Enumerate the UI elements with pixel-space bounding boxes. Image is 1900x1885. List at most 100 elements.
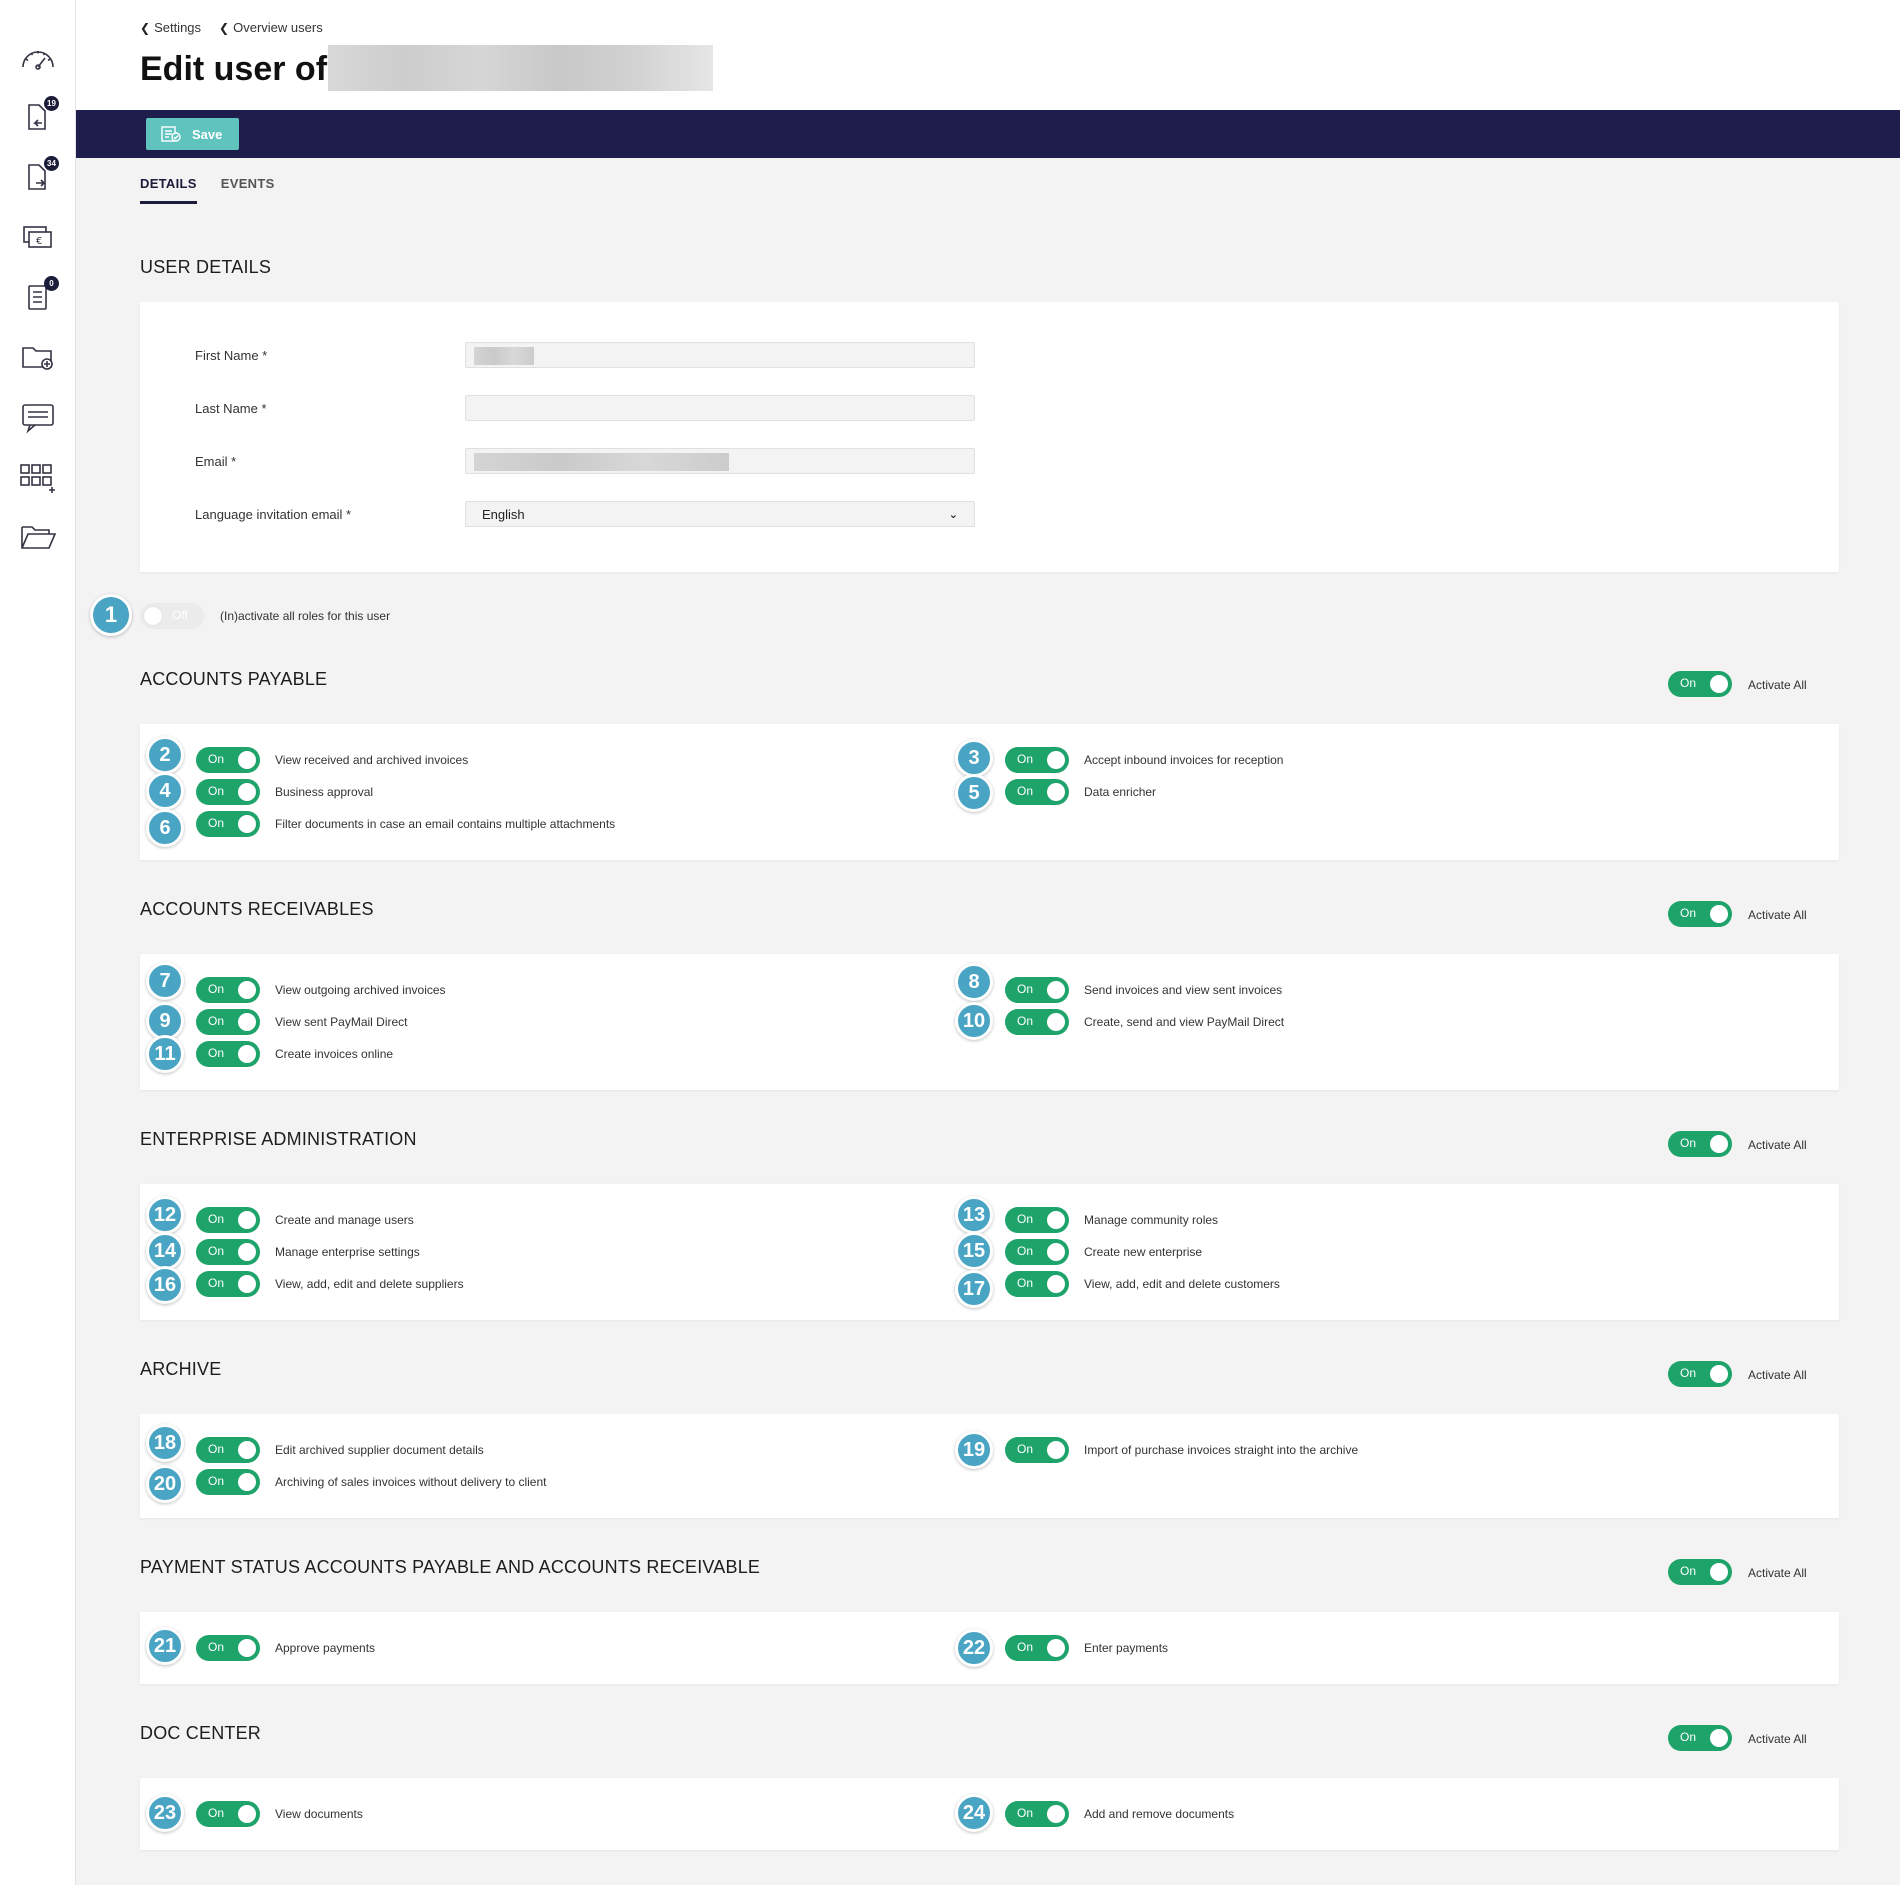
toggle-state-label: On [208,1014,225,1028]
role-label-view-sent-paymail: View sent PayMail Direct [275,1015,408,1029]
breadcrumb-settings[interactable]: ❮ Settings [140,20,201,35]
ap-activate-all-toggle[interactable]: On [1668,671,1732,697]
toggle-knob [1047,751,1065,769]
marker-4: 4 [146,772,184,810]
sidebar: 19 34 € 0 [0,0,76,1885]
role-toggle-manage-suppliers[interactable]: On [196,1271,260,1297]
toggle-knob [238,1013,256,1031]
role-label-create-new-enterprise: Create new enterprise [1084,1245,1203,1259]
toggle-state-label: On [208,752,225,766]
role-label-filter-documents: Filter documents in case an email contai… [275,817,616,831]
chevron-left-icon: ❮ [140,20,151,35]
role-toggle-data-enricher[interactable]: On [1005,779,1069,805]
marker-5: 5 [955,774,993,812]
breadcrumb-overview-users[interactable]: ❮ Overview users [219,20,323,35]
role-toggle-filter-documents[interactable]: On [196,811,260,837]
role-toggle-create-new-enterprise[interactable]: On [1005,1239,1069,1265]
toggle-state-label: On [1017,1640,1034,1654]
role-toggle-archive-sales-invoices[interactable]: On [196,1469,260,1495]
role-toggle-send-invoices[interactable]: On [1005,977,1069,1003]
toggle-knob [238,815,256,833]
ar-activate-all-label: Activate All [1748,908,1807,922]
role-label-view-documents: View documents [275,1807,363,1821]
email-label: Email * [195,454,237,469]
role-toggle-enter-payments[interactable]: On [1005,1635,1069,1661]
ea-activate-all-toggle[interactable]: On [1668,1131,1732,1157]
redacted-email [474,453,729,471]
dc-activate-all-toggle[interactable]: On [1668,1725,1732,1751]
role-toggle-business-approval[interactable]: On [196,779,260,805]
role-label-add-remove-documents: Add and remove documents [1084,1807,1235,1821]
language-select[interactable]: English ⌄ [465,501,975,527]
tasks-count-badge: 0 [44,276,59,291]
role-toggle-view-sent-paymail[interactable]: On [196,1009,260,1035]
toggle-knob [1047,1805,1065,1823]
role-toggle-manage-enterprise-settings[interactable]: On [196,1239,260,1265]
toggle-knob [144,607,162,625]
role-toggle-accept-inbound-invoices[interactable]: On [1005,747,1069,773]
marker-20: 20 [146,1465,184,1503]
role-toggle-manage-community-roles[interactable]: On [1005,1207,1069,1233]
toggle-knob [238,1211,256,1229]
folder-add-icon[interactable] [17,338,59,376]
redacted-first-name [474,347,534,365]
email-input[interactable] [465,448,975,474]
marker-12: 12 [146,1196,184,1234]
toggle-knob [1710,1563,1728,1581]
apps-icon[interactable] [17,458,59,496]
toggle-knob [1047,1243,1065,1261]
ar-activate-all-toggle[interactable]: On [1668,901,1732,927]
save-icon [161,126,181,142]
marker-23: 23 [146,1794,184,1832]
role-toggle-add-remove-documents[interactable]: On [1005,1801,1069,1827]
role-toggle-manage-customers[interactable]: On [1005,1271,1069,1297]
archive-activate-all-toggle[interactable]: On [1668,1361,1732,1387]
toggle-knob [1047,1441,1065,1459]
toggle-state-label: Off [172,608,188,622]
toggle-state-label: On [1017,1014,1034,1028]
outbound-documents-icon[interactable]: 34 [17,156,59,196]
inbound-documents-icon[interactable]: 19 [17,96,59,136]
tab-details[interactable]: DETAILS [140,176,197,204]
folder-open-icon[interactable] [17,518,59,556]
role-label-archive-sales-invoices: Archiving of sales invoices without deli… [275,1475,547,1489]
toggle-state-label: On [208,784,225,798]
role-toggle-view-outgoing-invoices[interactable]: On [196,977,260,1003]
role-toggle-create-invoices-online[interactable]: On [196,1041,260,1067]
archive-title: ARCHIVE [140,1359,222,1379]
toggle-state-label: On [1017,1276,1034,1290]
role-label-manage-suppliers: View, add, edit and delete suppliers [275,1277,464,1291]
role-toggle-create-manage-users[interactable]: On [196,1207,260,1233]
messages-icon[interactable] [17,398,59,436]
dashboard-icon[interactable] [17,38,59,76]
save-button[interactable]: Save [146,118,239,150]
role-label-edit-archived-details: Edit archived supplier document details [275,1443,484,1457]
role-toggle-edit-archived-details[interactable]: On [196,1437,260,1463]
toggle-knob [238,981,256,999]
tab-events[interactable]: EVENTS [221,176,275,204]
chevron-left-icon: ❮ [219,20,230,35]
first-name-input[interactable] [465,342,975,368]
last-name-input[interactable] [465,395,975,421]
role-label-create-paymail: Create, send and view PayMail Direct [1084,1015,1285,1029]
role-toggle-view-documents[interactable]: On [196,1801,260,1827]
archive-card [140,1414,1839,1518]
inactivate-all-roles-toggle[interactable]: Off [140,603,204,629]
ps-activate-all-toggle[interactable]: On [1668,1559,1732,1585]
role-toggle-approve-payments[interactable]: On [196,1635,260,1661]
role-label-business-approval: Business approval [275,785,374,799]
role-label-approve-payments: Approve payments [275,1641,376,1655]
tasks-icon[interactable]: 0 [17,276,59,316]
role-label-view-received-invoices: View received and archived invoices [275,753,469,767]
role-toggle-import-purchase-invoices[interactable]: On [1005,1437,1069,1463]
payments-icon[interactable]: € [17,218,59,256]
svg-text:€: € [36,236,42,247]
ap-activate-all-label: Activate All [1748,678,1807,692]
tab-bar: DETAILS EVENTS [140,176,275,204]
toggle-knob [1047,1013,1065,1031]
role-toggle-view-received-invoices[interactable]: On [196,747,260,773]
role-toggle-create-paymail[interactable]: On [1005,1009,1069,1035]
page-header: ❮ Settings ❮ Overview users Edit user of [76,0,1900,110]
inbound-count-badge: 19 [44,96,59,111]
first-name-label: First Name * [195,348,268,363]
